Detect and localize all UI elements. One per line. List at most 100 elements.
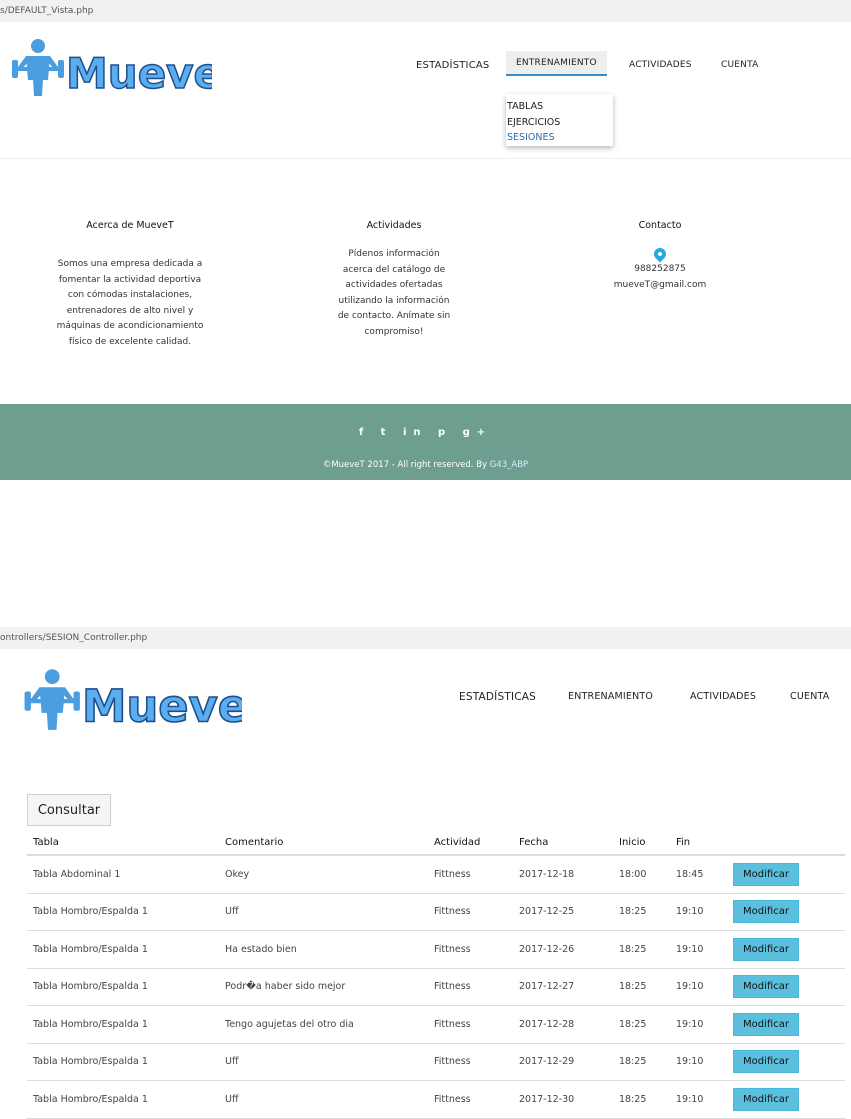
cell-fin: 19:10: [670, 930, 727, 969]
cell-action: Modificar: [727, 1043, 845, 1081]
activities-title: Actividades: [366, 220, 422, 231]
cell-tabla: Tabla Hombro/Espalda 1: [27, 1043, 219, 1081]
footer-activities: Actividades Pídenos información acerca d…: [334, 220, 454, 340]
nav-estadisticas[interactable]: ESTADÍSTICAS: [416, 60, 489, 71]
cell-comentario: Ha estado bien: [219, 930, 428, 969]
cell-fin: 19:10: [670, 893, 727, 931]
cell-comentario: Podr�a haber sido mejor: [219, 968, 428, 1006]
col-actions: [727, 830, 845, 856]
col-inicio: Inicio: [613, 830, 670, 856]
cell-action: Modificar: [727, 968, 845, 1006]
table-header-row: Tabla Comentario Actividad Fecha Inicio …: [27, 830, 845, 856]
modificar-button[interactable]: Modificar: [733, 937, 799, 961]
pinterest-icon[interactable]: p: [438, 427, 452, 438]
cell-fecha: 2017-12-27: [513, 968, 613, 1006]
col-fecha: Fecha: [513, 830, 613, 856]
googleplus-icon[interactable]: g+: [463, 427, 493, 438]
cell-actividad: Fittness: [428, 1043, 513, 1081]
cell-tabla: Tabla Hombro/Espalda 1: [27, 968, 219, 1006]
dropdown-item-ejercicios[interactable]: EJERCICIOS: [507, 115, 612, 131]
copyright-text: ©MueveT 2017 - All right reserved. By: [322, 460, 490, 470]
linkedin-icon[interactable]: in: [403, 427, 428, 438]
cell-actividad: Fittness: [428, 968, 513, 1006]
table-row: Tabla Hombro/Espalda 1 Tengo agujetas del…: [27, 1005, 845, 1044]
cell-fecha: 2017-12-29: [513, 1043, 613, 1081]
cell-tabla: Tabla Hombro/Espalda 1: [27, 893, 219, 931]
cell-fin: 19:10: [670, 968, 727, 1006]
nav2-entrenamiento[interactable]: ENTRENAMIENTO: [568, 691, 653, 702]
cell-actividad: Fittness: [428, 1080, 513, 1119]
col-actividad: Actividad: [428, 830, 513, 856]
modificar-button[interactable]: Modificar: [733, 1050, 799, 1074]
nav2-cuenta[interactable]: CUENTA: [790, 691, 829, 702]
cell-action: Modificar: [727, 893, 845, 931]
address-bar[interactable]: s/DEFAULT_Vista.php: [0, 0, 851, 22]
location-pin-icon: [651, 245, 669, 263]
cell-fecha: 2017-12-30: [513, 1080, 613, 1119]
author-link[interactable]: G43_ABP: [490, 460, 528, 470]
nav-entrenamiento[interactable]: ENTRENAMIENTO: [506, 51, 607, 76]
entrenamiento-dropdown: TABLAS EJERCICIOS SESIONES: [506, 94, 613, 146]
copyright: ©MueveT 2017 - All right reserved. By G4…: [0, 460, 851, 470]
cell-actividad: Fittness: [428, 930, 513, 969]
contact-email[interactable]: mueveT@gmail.com: [600, 278, 720, 294]
social-icons: f t in p g+: [0, 427, 851, 438]
nav-actividades[interactable]: ACTIVIDADES: [629, 60, 692, 70]
cell-fecha: 2017-12-18: [513, 855, 613, 894]
col-comentario: Comentario: [219, 830, 428, 856]
cell-fecha: 2017-12-28: [513, 1005, 613, 1044]
table-row: Tabla Abdominal 1 Okey Fittness 2017-12-18 1…: [27, 855, 845, 894]
cell-comentario: Uff: [219, 1080, 428, 1119]
dropdown-item-tablas[interactable]: TABLAS: [507, 99, 612, 115]
table-row: Tabla Hombro/Espalda 1 Uff Fittness 2017-12…: [27, 1080, 845, 1119]
dropdown-item-sesiones[interactable]: SESIONES: [507, 130, 612, 146]
cell-inicio: 18:25: [613, 1005, 670, 1044]
mueveT-logo[interactable]: MueveT: [12, 36, 212, 98]
cell-tabla: Tabla Hombro/Espalda 1: [27, 930, 219, 969]
activities-text: Pídenos información acerca del catálogo …: [337, 249, 451, 337]
cell-fin: 19:10: [670, 1080, 727, 1119]
nav2-estadisticas[interactable]: ESTADÍSTICAS: [459, 691, 536, 703]
cell-action: Modificar: [727, 1005, 845, 1044]
cell-tabla: Tabla Hombro/Espalda 1: [27, 1005, 219, 1044]
table-row: Tabla Hombro/Espalda 1 Podr�a haber sido …: [27, 968, 845, 1006]
cell-action: Modificar: [727, 930, 845, 969]
cell-fin: 18:45: [670, 855, 727, 894]
twitter-icon[interactable]: t: [381, 427, 393, 438]
footer-about: Acerca de MueveT Somos una empresa dedic…: [52, 220, 208, 350]
cell-inicio: 18:25: [613, 930, 670, 969]
cell-inicio: 18:00: [613, 855, 670, 894]
about-text: Somos una empresa dedicada a fomentar la…: [56, 259, 204, 347]
col-tabla: Tabla: [27, 830, 219, 856]
logo-text-2: MueveT: [82, 680, 242, 732]
cell-actividad: Fittness: [428, 893, 513, 931]
site-footer: f t in p g+ ©MueveT 2017 - All right res…: [0, 404, 851, 480]
modificar-button[interactable]: Modificar: [733, 1012, 799, 1036]
mueveT-logo-2[interactable]: MueveT: [20, 666, 242, 732]
facebook-icon[interactable]: f: [359, 427, 370, 438]
cell-fin: 19:10: [670, 1043, 727, 1081]
modificar-button[interactable]: Modificar: [733, 900, 799, 924]
cell-comentario: Tengo agujetas del otro dia: [219, 1005, 428, 1044]
nav2-actividades[interactable]: ACTIVIDADES: [690, 691, 756, 702]
nav-cuenta[interactable]: CUENTA: [721, 60, 758, 70]
cell-inicio: 18:25: [613, 968, 670, 1006]
contact-phone: 988252875: [634, 264, 686, 274]
modificar-button[interactable]: Modificar: [733, 862, 799, 886]
consultar-button[interactable]: Consultar: [27, 794, 111, 826]
cell-inicio: 18:25: [613, 893, 670, 931]
table-row: Tabla Hombro/Espalda 1 Uff Fittness 2017-12…: [27, 1043, 845, 1081]
cell-actividad: Fittness: [428, 1005, 513, 1044]
modificar-button[interactable]: Modificar: [733, 975, 799, 999]
address-bar-2[interactable]: ontrollers/SESION_Controller.php: [0, 627, 851, 649]
table-row: Tabla Hombro/Espalda 1 Ha estado bien Fitt…: [27, 930, 845, 969]
cell-actividad: Fittness: [428, 855, 513, 894]
cell-comentario: Uff: [219, 1043, 428, 1081]
cell-comentario: Okey: [219, 855, 428, 894]
cell-comentario: Uff: [219, 893, 428, 931]
contact-title: Contacto: [638, 220, 682, 231]
modificar-button[interactable]: Modificar: [733, 1087, 799, 1111]
about-title: Acerca de MueveT: [86, 220, 174, 231]
cell-fecha: 2017-12-26: [513, 930, 613, 969]
logo-text: MueveT: [66, 49, 212, 98]
